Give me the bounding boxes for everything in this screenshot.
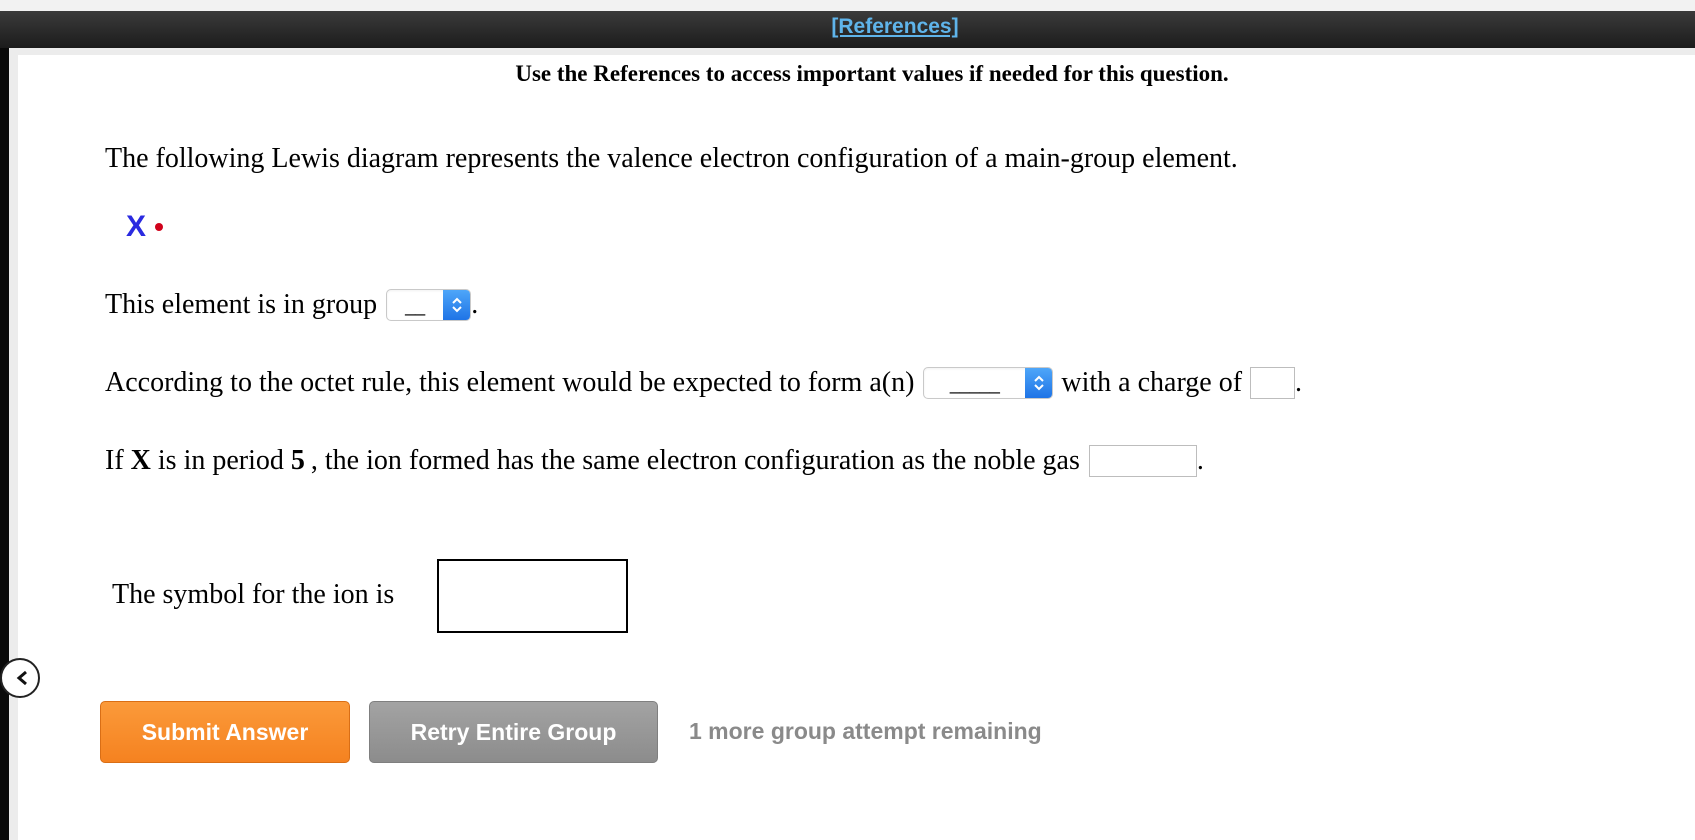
question-panel: Use the References to access important v… [0,55,1695,840]
intro-sentence: The following Lewis diagram represents t… [105,143,1238,174]
group-question: This element is in group __ . [105,289,478,321]
period-if: If [105,445,124,476]
symbol-label: The symbol for the ion is [112,579,395,610]
lewis-symbol: X [126,210,147,243]
symbol-question: The symbol for the ion is [112,579,394,611]
left-edge-bar [0,48,9,840]
collapse-tab[interactable] [0,658,40,698]
references-link[interactable]: [References] [0,15,1695,39]
group-select[interactable]: __ [386,289,472,321]
period-element-x: X [130,445,151,476]
noble-gas-period: . [1196,445,1204,476]
charge-period: . [1295,367,1303,398]
valence-electron-dot [155,223,164,231]
period-mid-text: is in period [157,445,284,476]
references-bar: [References] [0,11,1695,48]
ion-type-select-value: _____ [949,373,1000,394]
retry-group-button[interactable]: Retry Entire Group [369,701,658,763]
noble-gas-input[interactable] [1088,445,1197,477]
submit-answer-button[interactable]: Submit Answer [100,701,350,763]
group-period: . [471,289,479,320]
select-arrows-icon [1025,368,1053,398]
chevron-left-icon [16,670,27,686]
period-rest-text: , the ion formed has the same electron c… [310,445,1080,476]
intro-text: The following Lewis diagram represents t… [105,143,1238,175]
select-arrows-icon [443,290,471,320]
lewis-diagram: X [126,210,164,244]
octet-question: According to the octet rule, this elemen… [105,367,1302,399]
charge-input[interactable] [1250,367,1296,399]
ion-symbol-input[interactable] [437,559,628,633]
period-question: If X is in period 5 , the ion formed has… [105,445,1204,477]
octet-label: According to the octet rule, this elemen… [105,367,915,398]
ion-type-select[interactable]: _____ [923,367,1054,399]
instructions-text: Use the References to access important v… [515,61,1229,86]
charge-label: with a charge of [1061,367,1243,398]
attempts-remaining-text: 1 more group attempt remaining [689,718,1042,744]
top-strip [0,0,1695,11]
group-select-value: __ [405,295,426,316]
group-label: This element is in group [105,289,378,320]
period-number: 5 [290,445,305,476]
